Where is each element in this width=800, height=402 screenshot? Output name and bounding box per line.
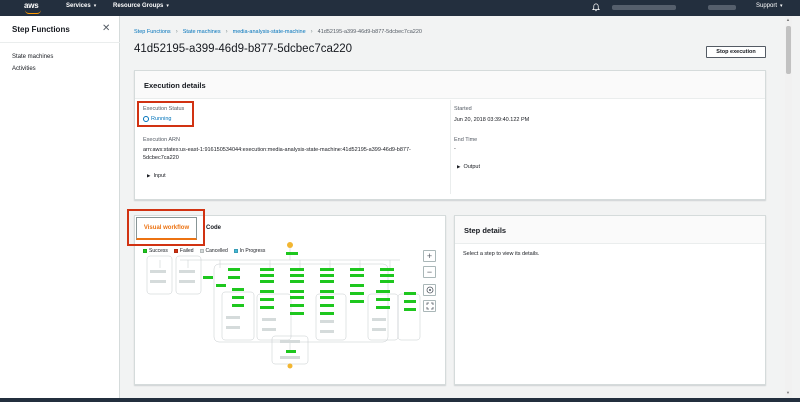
step-details-title: Step details: [464, 226, 507, 235]
workflow-graph[interactable]: [140, 238, 422, 372]
end-time-value: -: [454, 146, 456, 152]
expand-icon: [426, 302, 433, 310]
chevron-right-icon: ›: [310, 29, 313, 35]
account-menu[interactable]: [612, 5, 676, 10]
execution-arn-label: Execution ARN: [143, 137, 180, 143]
footer-bar: [0, 398, 800, 402]
aws-logo[interactable]: aws: [24, 2, 46, 14]
breadcrumb-step-functions[interactable]: Step Functions: [134, 29, 171, 35]
branch-container: [146, 255, 173, 295]
services-label: Services: [66, 3, 91, 9]
stop-execution-button[interactable]: Stop execution: [706, 46, 766, 58]
sidebar-divider: [0, 42, 120, 43]
page-title: 41d52195-a399-46d9-b877-5dcbec7ca220: [134, 43, 353, 55]
bell-icon[interactable]: [592, 3, 600, 12]
output-label: Output: [463, 164, 480, 170]
step-details-message: Select a step to view its details.: [463, 251, 540, 257]
started-value: Jun 20, 2018 03:39:40.122 PM: [454, 117, 530, 123]
sidebar: Step Functions ✕ State machines Activiti…: [0, 16, 120, 398]
breadcrumb-current: 41d52195-a399-46d9-b877-5dcbec7ca220: [317, 29, 422, 35]
branch-container: [315, 293, 347, 341]
close-icon[interactable]: ✕: [102, 23, 110, 34]
breadcrumb: Step Functions › State machines › media-…: [134, 29, 422, 35]
execution-details-header: Execution details: [135, 71, 765, 99]
zoom-in-button[interactable]: +: [423, 250, 436, 262]
execution-arn-value-line1: arn:aws:states:us-east-1:916150534044:ex…: [143, 147, 411, 153]
services-menu[interactable]: Services ▾: [66, 3, 96, 9]
aws-logo-smile: [25, 10, 41, 14]
scroll-down-icon[interactable]: ▼: [786, 390, 790, 395]
chevron-right-icon: ›: [175, 29, 178, 35]
branch-container: [175, 255, 202, 295]
caret-right-icon: ▶: [147, 173, 151, 178]
support-menu[interactable]: Support ▾: [756, 3, 783, 9]
caret-right-icon: ▶: [457, 164, 461, 169]
scroll-thumb[interactable]: [786, 26, 791, 74]
input-expander[interactable]: ▶ Input: [147, 173, 166, 179]
start-node: [287, 242, 293, 248]
region-menu[interactable]: [708, 5, 736, 10]
scroll-up-icon[interactable]: ▲: [786, 17, 790, 22]
aws-logo-text: aws: [24, 1, 39, 10]
chevron-right-icon: ›: [225, 29, 228, 35]
top-navigation-bar: aws Services ▾ Resource Groups ▾ Support…: [0, 0, 800, 16]
breadcrumb-state-machine[interactable]: media-analysis-state-machine: [233, 29, 306, 35]
resource-groups-menu[interactable]: Resource Groups ▾: [113, 3, 169, 9]
support-label: Support: [756, 3, 778, 9]
details-column-divider: [450, 100, 451, 194]
output-expander[interactable]: ▶ Output: [457, 164, 480, 170]
chevron-down-icon: ▾: [166, 3, 169, 9]
sidebar-title: Step Functions: [12, 25, 70, 34]
chevron-down-icon: ▾: [780, 3, 783, 9]
center-button[interactable]: [423, 284, 436, 296]
zoom-out-button[interactable]: −: [423, 266, 436, 278]
target-icon: [426, 286, 433, 294]
step-details-panel: Step details: [454, 215, 766, 385]
fit-view-button[interactable]: [423, 300, 436, 312]
started-label: Started: [454, 106, 472, 112]
execution-details-title: Execution details: [144, 81, 206, 90]
end-time-label: End Time: [454, 137, 478, 143]
status-highlight-box: [137, 101, 194, 127]
step-details-header: Step details: [455, 216, 765, 244]
resource-groups-label: Resource Groups: [113, 3, 164, 9]
sidebar-item-state-machines[interactable]: State machines: [12, 54, 53, 60]
input-label: Input: [153, 173, 166, 179]
end-node: [287, 363, 293, 369]
chevron-down-icon: ▾: [93, 3, 97, 9]
tab-code[interactable]: Code: [206, 225, 221, 231]
execution-arn-value-line2: 5dcbec7ca220: [143, 155, 179, 161]
breadcrumb-state-machines[interactable]: State machines: [183, 29, 221, 35]
sidebar-item-activities[interactable]: Activities: [12, 66, 36, 72]
